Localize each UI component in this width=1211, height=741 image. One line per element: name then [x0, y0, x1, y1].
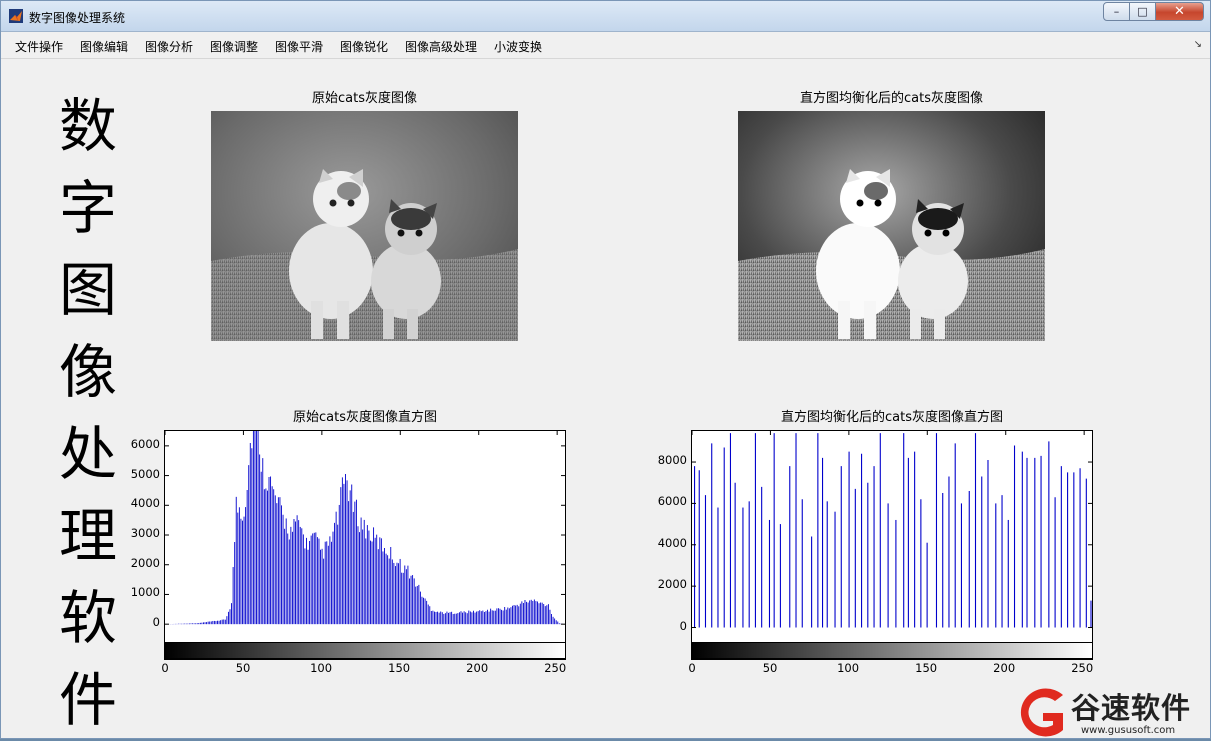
- menu-image-analysis[interactable]: 图像分析: [145, 38, 193, 55]
- title-bar[interactable]: 数字图像处理系统 – □ ✕: [1, 1, 1210, 32]
- hist-equalized-ytick-label: 2000: [657, 577, 687, 592]
- minimize-button[interactable]: –: [1103, 2, 1130, 21]
- hist-equalized-plot: [692, 431, 1092, 629]
- app-window: 数字图像处理系统 – □ ✕ 文件操作 图像编辑 图像分析 图像调整 图像平滑 …: [0, 0, 1211, 739]
- equalized-cats-image: [738, 111, 1045, 341]
- hist-original-xtick-label: 100: [310, 661, 333, 675]
- side-title-char: 理: [58, 502, 117, 570]
- hist-original-ytick-label: 0: [152, 615, 160, 630]
- hist-original-xtick-label: 0: [161, 661, 169, 675]
- hist-equalized-title: 直方图均衡化后的cats灰度图像直方图: [781, 410, 1003, 425]
- maximize-button[interactable]: □: [1130, 2, 1156, 21]
- matlab-app-icon: [9, 9, 23, 23]
- gusu-logo-icon: [1020, 688, 1063, 737]
- hist-original-xtick-label: 150: [388, 661, 411, 675]
- hist-equalized-ytick-label: 4000: [657, 535, 687, 550]
- hist-original-xtick-label: 50: [235, 661, 251, 675]
- side-title-char: 像: [58, 338, 117, 406]
- hist-original-ytick-label: 2000: [130, 555, 160, 570]
- menu-bar: 文件操作 图像编辑 图像分析 图像调整 图像平滑 图像锐化 图像高级处理 小波变…: [1, 32, 1210, 59]
- menu-image-adjust[interactable]: 图像调整: [210, 38, 258, 55]
- menu-advanced-processing[interactable]: 图像高级处理: [405, 38, 477, 55]
- side-title-char: 软: [58, 584, 117, 652]
- hist-original-axes: [164, 430, 566, 660]
- hist-original-ytick-label: 5000: [130, 466, 160, 481]
- side-title-char: 数: [58, 92, 117, 160]
- hist-equalized-ytick-label: 0: [679, 618, 687, 633]
- hist-original-xtick-label: 250: [544, 661, 567, 675]
- hist-equalized-xtick-label: 0: [688, 661, 696, 675]
- menu-image-smooth[interactable]: 图像平滑: [275, 38, 323, 55]
- hist-equalized-ytick-label: 8000: [657, 453, 687, 468]
- original-cats-image: [211, 111, 518, 341]
- hist-equalized-xtick-label: 100: [837, 661, 860, 675]
- menu-overflow-icon[interactable]: ↘: [1194, 39, 1202, 50]
- hist-original-title: 原始cats灰度图像直方图: [293, 410, 437, 425]
- menu-wavelet[interactable]: 小波变换: [494, 38, 542, 55]
- side-title-char: 处: [58, 420, 117, 488]
- hist-equalized-colorbar: [691, 642, 1093, 659]
- hist-original-ytick-label: 4000: [130, 496, 160, 511]
- side-title: 数 字 图 像 处 理 软 件: [53, 85, 123, 741]
- hist-equalized-xtick-label: 250: [1071, 661, 1094, 675]
- hist-original-colorbar: [164, 642, 566, 659]
- window-title: 数字图像处理系统: [29, 11, 126, 25]
- hist-original-ytick-label: 1000: [130, 585, 160, 600]
- hist-equalized-xtick-label: 200: [993, 661, 1016, 675]
- side-title-char: 件: [58, 666, 117, 734]
- hist-equalized-xtick-label: 50: [762, 661, 778, 675]
- menu-file[interactable]: 文件操作: [15, 38, 63, 55]
- side-title-char: 图: [58, 256, 117, 324]
- hist-original-plot: [165, 431, 565, 625]
- close-button[interactable]: ✕: [1156, 2, 1204, 21]
- window-controls: – □ ✕: [1103, 2, 1204, 21]
- menu-image-sharpen[interactable]: 图像锐化: [340, 38, 388, 55]
- equalized-image-title: 直方图均衡化后的cats灰度图像: [800, 91, 983, 106]
- watermark-brand: 谷速软件: [1071, 691, 1192, 725]
- watermark-url: www.gususoft.com: [1081, 725, 1176, 736]
- original-image-title: 原始cats灰度图像: [312, 91, 417, 106]
- hist-equalized-xtick-label: 150: [915, 661, 938, 675]
- side-title-char: 字: [58, 174, 117, 242]
- menu-image-edit[interactable]: 图像编辑: [80, 38, 128, 55]
- hist-equalized-ytick-label: 6000: [657, 494, 687, 509]
- hist-original-ytick-label: 3000: [130, 526, 160, 540]
- hist-original-xtick-label: 200: [466, 661, 489, 675]
- hist-original-ytick-label: 6000: [130, 436, 160, 451]
- hist-equalized-axes: [691, 430, 1093, 660]
